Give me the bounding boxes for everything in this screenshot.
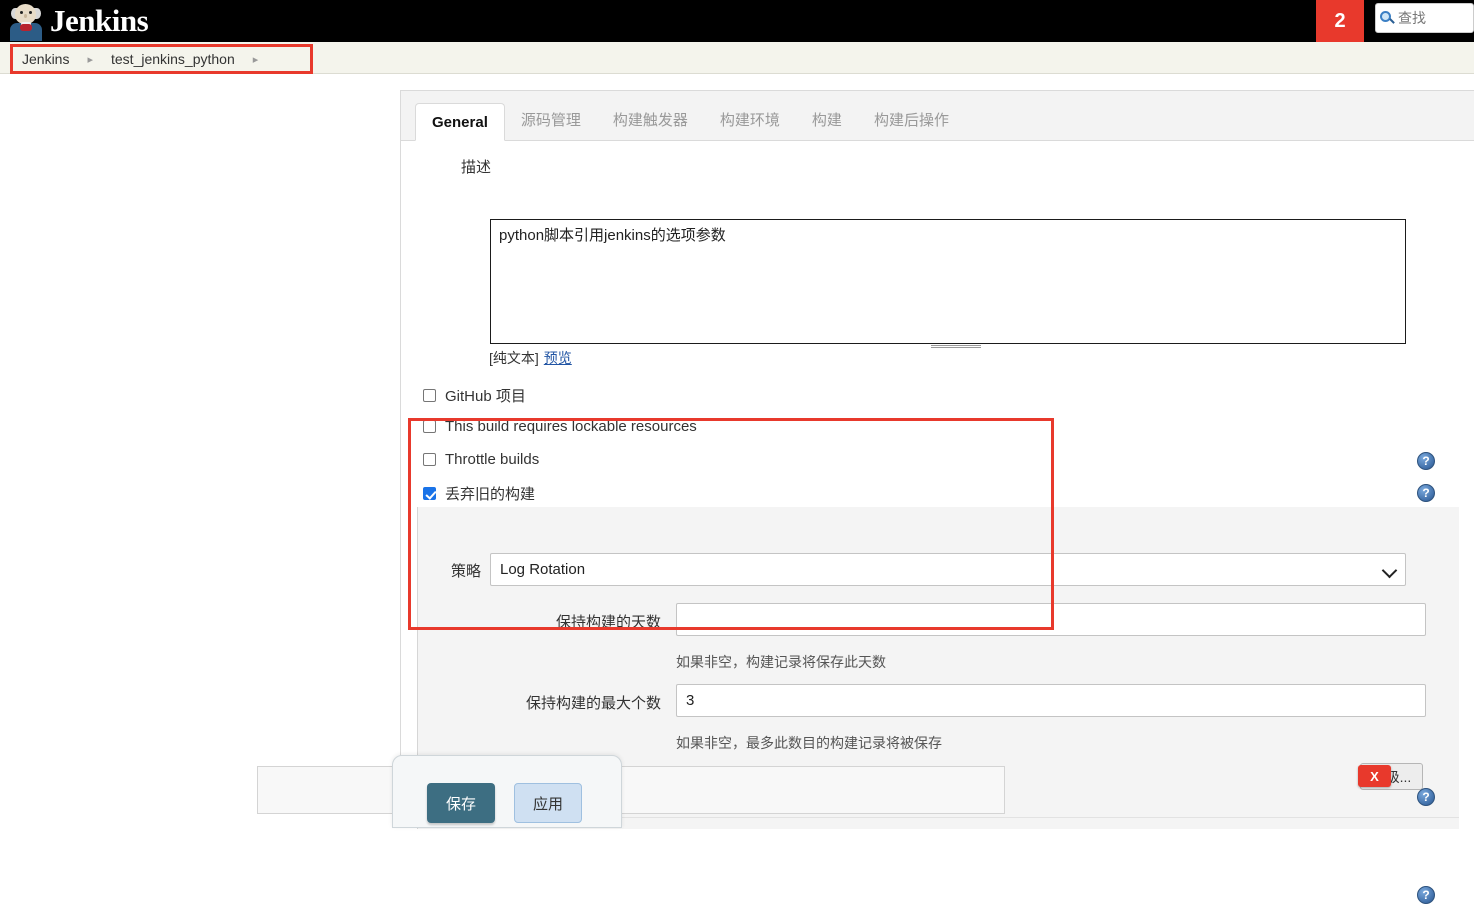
checkbox-label-discard-old-builds: 丢弃旧的构建 — [445, 486, 536, 503]
search-icon — [1380, 10, 1395, 26]
tab-build[interactable]: 构建 — [796, 102, 858, 140]
days-to-keep-label: 保持构建的天数 — [555, 614, 661, 631]
save-button[interactable]: 保存 — [427, 783, 495, 823]
description-preview-link[interactable]: 预览 — [544, 350, 572, 366]
search-box[interactable]: 查找 — [1375, 3, 1474, 33]
strategy-selected-value: Log Rotation — [500, 561, 586, 578]
checkbox-row-discard-builds[interactable]: 丢弃旧的构建 — [423, 483, 535, 504]
config-panel: General 源码管理 构建触发器 构建环境 构建 构建后操作 描述 [纯文本… — [400, 90, 1474, 904]
tab-source-management[interactable]: 源码管理 — [505, 102, 597, 140]
delete-parameter-button[interactable]: X — [1358, 765, 1391, 787]
help-icon-parameterized[interactable]: ? — [1417, 788, 1435, 806]
max-builds-label: 保持构建的最大个数 — [525, 695, 661, 712]
help-icon-parameter-entry[interactable]: ? — [1417, 886, 1435, 904]
checkbox-row-github-project[interactable]: GitHub 项目 — [423, 385, 526, 406]
jenkins-logo-link[interactable]: Jenkins — [0, 1, 149, 41]
brand-title: Jenkins — [50, 3, 149, 38]
days-to-keep-input[interactable] — [676, 603, 1426, 636]
checkbox-throttle-builds[interactable] — [423, 453, 436, 466]
jenkins-butler-icon — [8, 1, 44, 41]
help-icon-throttle-builds[interactable]: ? — [1417, 452, 1435, 470]
tab-post-build-actions[interactable]: 构建后操作 — [858, 102, 965, 140]
breadcrumb-highlight-annotation — [10, 44, 313, 74]
config-tab-bar: General 源码管理 构建触发器 构建环境 构建 构建后操作 — [401, 91, 1474, 141]
checkbox-row-throttle-builds[interactable]: Throttle builds — [423, 451, 539, 468]
tab-build-triggers[interactable]: 构建触发器 — [597, 102, 704, 140]
top-navigation-bar: Jenkins — [0, 0, 1474, 42]
plain-text-label: [纯文本] — [489, 350, 539, 366]
save-action-bar: 保存 应用 — [392, 755, 622, 828]
notification-badge[interactable]: 2 — [1316, 0, 1364, 42]
tab-build-environment[interactable]: 构建环境 — [704, 102, 796, 140]
strategy-select[interactable]: Log Rotation — [490, 553, 1406, 586]
max-builds-input[interactable] — [676, 684, 1426, 717]
checkbox-row-lockable-resources[interactable]: This build requires lockable resources — [423, 418, 697, 435]
checkbox-label-throttle-builds: Throttle builds — [445, 451, 540, 468]
description-label: 描述 — [460, 159, 491, 176]
description-format-row: [纯文本] 预览 — [489, 348, 572, 368]
chevron-down-icon — [1384, 565, 1395, 576]
days-to-keep-hint: 如果非空，构建记录将保存此天数 — [676, 654, 886, 670]
search-input[interactable]: 查找 — [1398, 8, 1426, 28]
general-config-form: 描述 [纯文本] 预览 GitHub 项目 This build requires… — [401, 141, 1474, 904]
checkbox-label-lockable-resources: This build requires lockable resources — [445, 418, 697, 435]
parameter-value-input[interactable] — [257, 766, 1005, 814]
description-input[interactable] — [490, 219, 1406, 344]
description-resize-handle[interactable] — [931, 344, 981, 349]
strategy-label: 策略 — [450, 563, 481, 580]
checkbox-discard-old-builds[interactable] — [423, 487, 436, 500]
tab-general[interactable]: General — [415, 103, 505, 141]
max-builds-hint: 如果非空，最多此数目的构建记录将被保存 — [676, 735, 942, 751]
checkbox-github-project[interactable] — [423, 389, 436, 402]
checkbox-lockable-resources[interactable] — [423, 420, 436, 433]
help-icon-discard-builds[interactable]: ? — [1417, 484, 1435, 502]
checkbox-label-github-project: GitHub 项目 — [445, 388, 526, 405]
apply-button[interactable]: 应用 — [514, 783, 582, 823]
